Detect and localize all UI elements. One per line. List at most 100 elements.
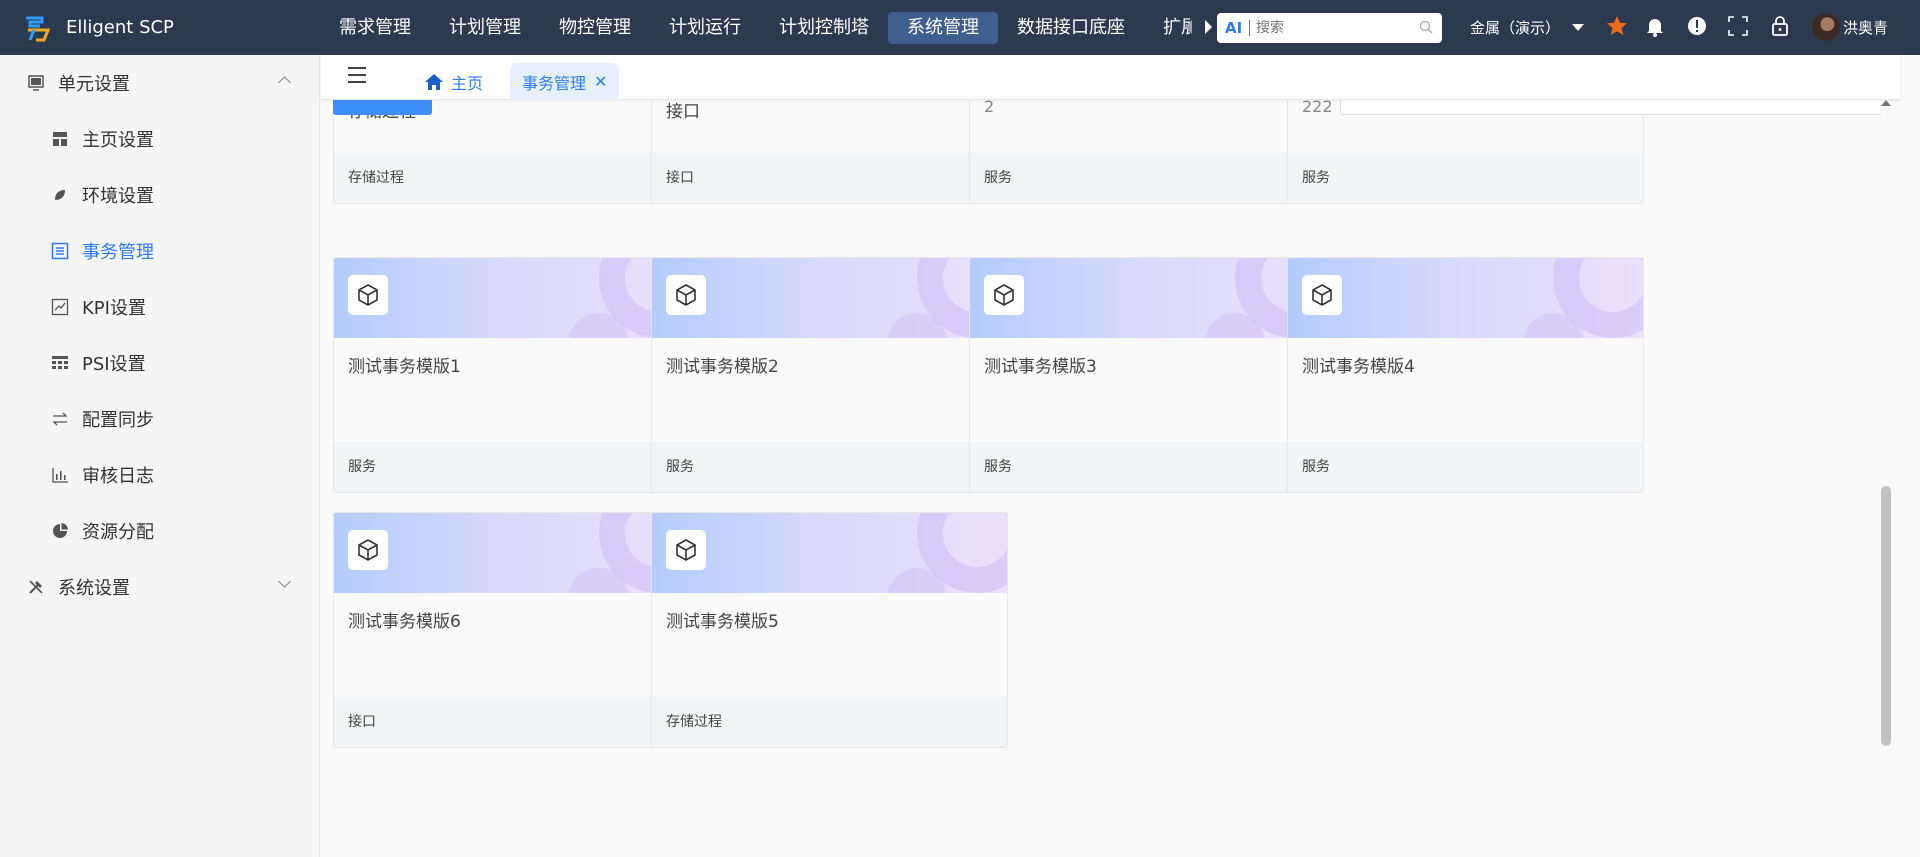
card-header xyxy=(652,513,1007,593)
sidebar-item-transaction-management[interactable]: 事务管理 xyxy=(0,223,319,279)
card-subtitle: 2 xyxy=(984,100,995,116)
card-header xyxy=(334,258,689,338)
cube-icon xyxy=(984,275,1024,315)
menu-toggle-icon[interactable] xyxy=(348,67,366,83)
global-search[interactable]: AI xyxy=(1217,13,1442,43)
sidebar-item-label: 事务管理 xyxy=(82,242,154,263)
nav-item-plan-run[interactable]: 计划运行 xyxy=(650,12,760,44)
nav-item-data-interface[interactable]: 数据接口底座 xyxy=(998,12,1144,44)
sidebar-group-unit-settings[interactable]: 单元设置 xyxy=(0,55,319,111)
card-title: 测试事务模版3 xyxy=(984,357,1097,377)
card-title: 接口 xyxy=(666,102,700,122)
sidebar-group-label: 单元设置 xyxy=(58,74,130,95)
transaction-card[interactable]: 222 服务 xyxy=(1287,100,1644,204)
tab-home[interactable]: 主页 xyxy=(411,63,495,100)
tabs-bar: 主页 事务管理 ✕ xyxy=(321,55,1900,100)
card-header xyxy=(334,513,689,593)
nav-item-material[interactable]: 物控管理 xyxy=(540,12,650,44)
new-transaction-button[interactable] xyxy=(333,100,432,115)
app-logo[interactable]: Elligent SCP xyxy=(0,12,320,44)
card-type: 服务 xyxy=(970,153,1325,203)
transaction-card[interactable]: 测试事务模版5 存储过程 xyxy=(651,512,1008,748)
sidebar-item-audit-log[interactable]: 审核日志 xyxy=(0,447,319,503)
sidebar-item-label: PSI设置 xyxy=(82,354,146,375)
chevron-up-icon xyxy=(278,76,291,89)
search-input[interactable] xyxy=(1256,20,1406,36)
tab-transaction-management[interactable]: 事务管理 ✕ xyxy=(510,63,620,100)
bar-chart-icon xyxy=(50,465,70,485)
cube-icon xyxy=(666,275,706,315)
cube-icon xyxy=(1302,275,1342,315)
card-title: 测试事务模版5 xyxy=(666,612,779,632)
sidebar-item-label: 审核日志 xyxy=(82,466,154,487)
card-header xyxy=(652,258,1007,338)
tab-label: 事务管理 xyxy=(522,73,587,93)
tenant-selector[interactable]: 金属（演示） xyxy=(1470,17,1585,38)
star-icon[interactable] xyxy=(1605,14,1629,38)
sidebar-item-home-settings[interactable]: 主页设置 xyxy=(0,111,319,167)
sidebar-item-label: 主页设置 xyxy=(82,130,154,151)
top-bar: Elligent SCP 需求管理 计划管理 物控管理 计划运行 计划控制塔 系… xyxy=(0,0,1920,55)
search-divider xyxy=(1249,20,1250,36)
transaction-card[interactable]: 测试事务模版3 服务 xyxy=(969,257,1326,493)
card-title: 测试事务模版2 xyxy=(666,357,779,377)
sidebar-item-env-settings[interactable]: 环境设置 xyxy=(0,167,319,223)
transaction-card[interactable]: 接口 接口 xyxy=(651,100,1008,204)
swap-icon xyxy=(50,409,70,429)
scroll-up-icon[interactable] xyxy=(1881,100,1891,106)
line-chart-icon xyxy=(50,297,70,317)
nav-scroll-right-icon[interactable] xyxy=(1205,20,1212,34)
nav-item-extend[interactable]: 扩展 xyxy=(1144,12,1190,44)
nav-item-system[interactable]: 系统管理 xyxy=(888,11,998,44)
transaction-card[interactable]: 测试事务模版2 服务 xyxy=(651,257,1008,493)
nav-item-demand[interactable]: 需求管理 xyxy=(320,12,430,44)
list-icon xyxy=(50,241,70,261)
sidebar: 单元设置 主页设置 环境设置 事务管理 KPI设置 PSI设置 配置同步 审核日… xyxy=(0,55,320,857)
transaction-card[interactable]: 测试事务模版6 接口 xyxy=(333,512,690,748)
transaction-card[interactable]: 测试事务模版1 服务 xyxy=(333,257,690,493)
sidebar-item-label: 配置同步 xyxy=(82,410,154,431)
user-name[interactable]: 洪奥青 xyxy=(1843,17,1888,38)
card-type: 服务 xyxy=(1288,442,1643,492)
sidebar-item-psi-settings[interactable]: PSI设置 xyxy=(0,335,319,391)
app-name: Elligent SCP xyxy=(66,17,174,38)
nav-item-plan[interactable]: 计划管理 xyxy=(430,12,540,44)
alert-icon[interactable] xyxy=(1685,14,1709,38)
avatar[interactable] xyxy=(1812,13,1840,41)
transaction-card[interactable]: 存储过程 存储过程 xyxy=(333,100,690,204)
card-type: 服务 xyxy=(970,442,1325,492)
card-header xyxy=(1288,258,1643,338)
cube-icon xyxy=(666,530,706,570)
scrollbar-thumb[interactable] xyxy=(1881,486,1891,746)
card-type: 服务 xyxy=(652,442,1007,492)
transaction-search-input[interactable] xyxy=(1340,100,1881,115)
transaction-card[interactable]: 2 服务 xyxy=(969,100,1326,204)
card-type: 接口 xyxy=(334,697,689,747)
card-type: 存储过程 xyxy=(334,153,689,203)
card-header xyxy=(970,258,1325,338)
card-title: 测试事务模版1 xyxy=(348,357,461,377)
nav-item-control-tower[interactable]: 计划控制塔 xyxy=(760,12,888,44)
nav-scroll-left-icon[interactable] xyxy=(1185,20,1192,34)
sidebar-group-system-settings[interactable]: 系统设置 xyxy=(0,559,319,615)
card-title: 测试事务模版4 xyxy=(1302,357,1415,377)
lock-icon[interactable] xyxy=(1768,14,1792,38)
card-type: 接口 xyxy=(652,153,1007,203)
ai-icon[interactable]: AI xyxy=(1225,19,1243,37)
sidebar-item-kpi-settings[interactable]: KPI设置 xyxy=(0,279,319,335)
sidebar-item-label: 资源分配 xyxy=(82,522,154,543)
home-icon xyxy=(425,73,443,90)
card-title: 测试事务模版6 xyxy=(348,612,461,632)
pie-chart-icon xyxy=(50,521,70,541)
sidebar-group-label: 系统设置 xyxy=(58,578,130,599)
sidebar-item-label: 环境设置 xyxy=(82,186,154,207)
fullscreen-icon[interactable] xyxy=(1726,14,1750,38)
search-icon[interactable] xyxy=(1419,20,1433,34)
transaction-card[interactable]: 测试事务模版4 服务 xyxy=(1287,257,1644,493)
grid-icon xyxy=(50,353,70,373)
sidebar-item-config-sync[interactable]: 配置同步 xyxy=(0,391,319,447)
close-icon[interactable]: ✕ xyxy=(594,72,607,91)
bell-icon[interactable] xyxy=(1643,14,1667,38)
cube-icon xyxy=(348,530,388,570)
sidebar-item-resource-allocation[interactable]: 资源分配 xyxy=(0,503,319,559)
